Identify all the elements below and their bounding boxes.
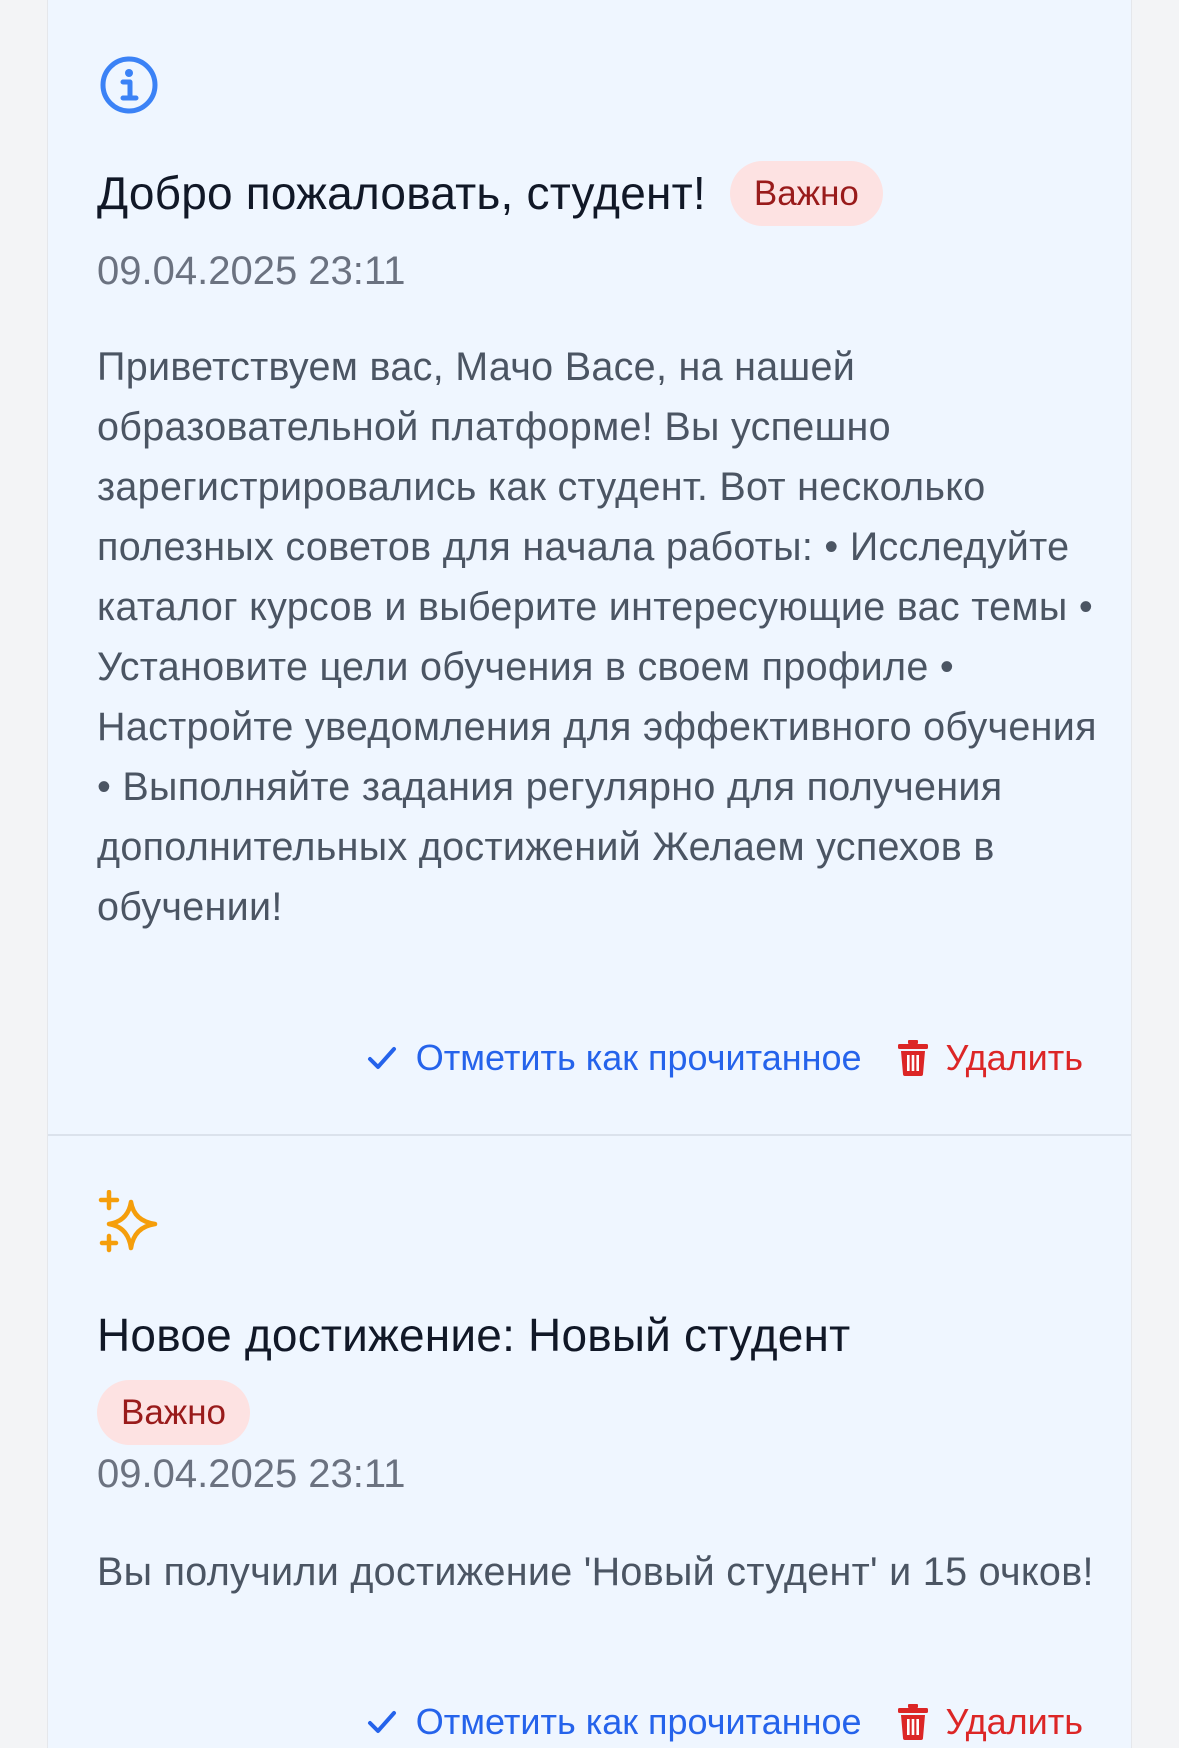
mark-as-read-button[interactable]: Отметить как прочитанное — [366, 1697, 862, 1747]
delete-label: Удалить — [945, 1701, 1083, 1742]
delete-button[interactable]: Удалить — [897, 1033, 1083, 1083]
important-badge: Важно — [97, 1380, 251, 1445]
mark-as-read-label: Отметить как прочитанное — [415, 1037, 862, 1078]
notification-body: Вы получили достижение 'Новый студент' и… — [97, 1550, 1094, 1594]
important-badge: Важно — [729, 160, 883, 226]
notification-header: Новое достижение: Новый студент Важно — [97, 1302, 987, 1445]
notification-title: Новое достижение: Новый студент — [97, 1309, 851, 1361]
notifications-list: Добро пожаловать, студент! Важно 09.04.2… — [48, 0, 1131, 1748]
notification-date: 09.04.2025 23:11 — [97, 1452, 406, 1496]
notification-actions: Отметить как прочитанное Удалить — [366, 1697, 1083, 1747]
check-icon — [366, 1706, 398, 1738]
trash-icon — [897, 1704, 928, 1740]
mark-as-read-label: Отметить как прочитанное — [415, 1701, 862, 1742]
sparkles-icon — [97, 1189, 161, 1254]
notification-header: Добро пожаловать, студент! Важно — [97, 160, 1083, 226]
delete-button[interactable]: Удалить — [897, 1697, 1083, 1747]
notification-card: Добро пожаловать, студент! Важно 09.04.2… — [48, 0, 1131, 1136]
info-icon — [97, 53, 161, 117]
notification-body: Приветствуем вас, Мачо Васе, на нашей об… — [97, 345, 1097, 929]
notification-date: 09.04.2025 23:11 — [97, 249, 406, 293]
notification-card: Новое достижение: Новый студент Важно 09… — [48, 1138, 1131, 1748]
delete-label: Удалить — [945, 1037, 1083, 1078]
notification-title: Добро пожаловать, студент! — [97, 167, 706, 219]
mark-as-read-button[interactable]: Отметить как прочитанное — [366, 1033, 862, 1083]
check-icon — [366, 1042, 398, 1074]
notification-actions: Отметить как прочитанное Удалить — [366, 1033, 1083, 1083]
trash-icon — [897, 1040, 928, 1076]
